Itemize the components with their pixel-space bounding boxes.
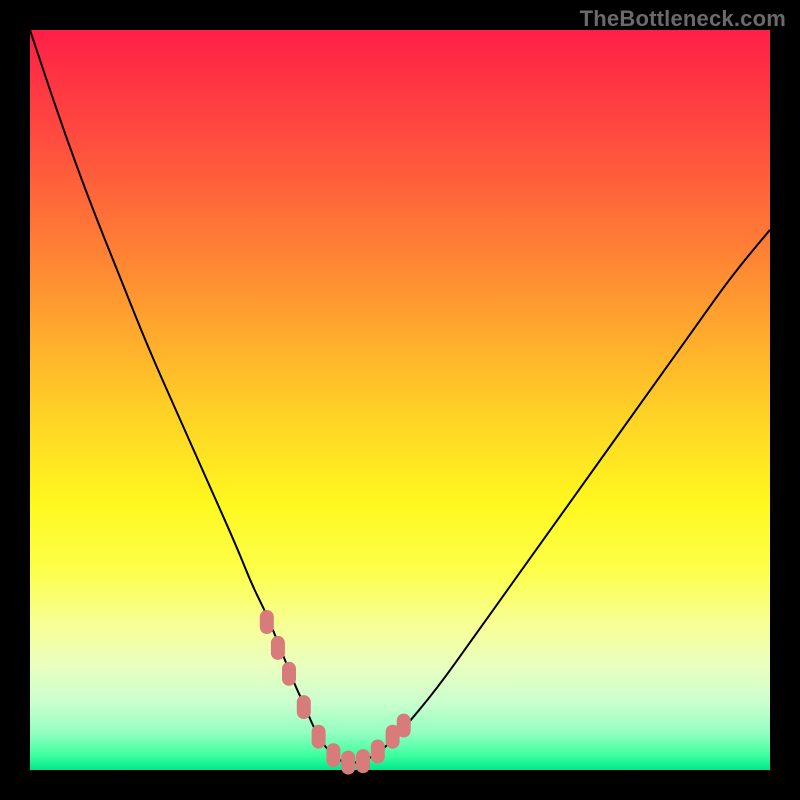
curve-marker [326, 743, 340, 767]
curve-marker [282, 662, 296, 686]
curve-marker [371, 740, 385, 764]
curve-marker [260, 610, 274, 634]
curve-marker [356, 749, 370, 773]
bottleneck-curve [30, 30, 770, 763]
plot-area [30, 30, 770, 770]
curve-marker [271, 636, 285, 660]
curve-marker [297, 695, 311, 719]
watermark-text: TheBottleneck.com [580, 6, 786, 32]
curve-marker [312, 725, 326, 749]
curve-marker [397, 714, 411, 738]
curve-marker [341, 751, 355, 775]
marker-group [260, 610, 411, 775]
chart-frame: TheBottleneck.com [0, 0, 800, 800]
curve-layer [30, 30, 770, 770]
